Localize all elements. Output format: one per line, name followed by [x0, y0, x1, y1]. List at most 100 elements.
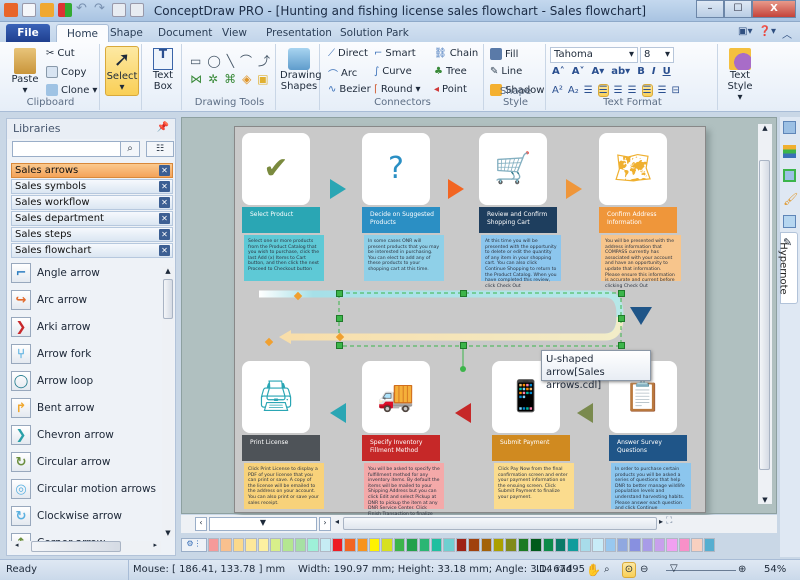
arc-tool-icon[interactable]: ⌒ — [240, 52, 252, 69]
color-swatch[interactable] — [678, 538, 691, 552]
layers-icon[interactable] — [783, 145, 796, 158]
text-style-button[interactable]: Text Style ▾ — [722, 48, 758, 103]
library-sales-steps[interactable]: Sales steps ✕ — [11, 227, 173, 242]
tab-solution-park[interactable]: Solution Park — [330, 24, 419, 42]
color-swatch[interactable] — [307, 538, 319, 552]
text-box-button[interactable]: T Text Box — [148, 48, 178, 92]
color-swatch[interactable] — [282, 538, 294, 552]
library-shape-item[interactable]: ◯ Arrow loop — [11, 369, 93, 393]
library-shape-item[interactable]: ❯ Arki arrow — [11, 315, 91, 339]
color-swatch[interactable] — [220, 538, 232, 552]
shape-edit-tool-icon[interactable]: ◈ — [242, 72, 251, 86]
color-swatch[interactable] — [232, 538, 245, 552]
scroll-down-icon[interactable]: ▼ — [758, 496, 772, 504]
library-shape-item[interactable]: ◎ Circular motion arrows — [11, 477, 156, 501]
library-view-button[interactable]: ☷ — [146, 141, 174, 157]
bold-button[interactable]: B — [637, 66, 645, 77]
layout-icon[interactable]: ▣▾ — [738, 26, 752, 41]
library-sales-symbols[interactable]: Sales symbols ✕ — [11, 179, 173, 194]
fill-button[interactable]: Fill — [490, 48, 518, 60]
connector-smart[interactable]: ⌐ Smart — [374, 48, 416, 59]
library-sales-flowchart[interactable]: Sales flowchart ✕ — [11, 243, 173, 258]
shrink-font-icon[interactable]: A˅ — [572, 66, 585, 77]
color-swatch[interactable] — [616, 538, 629, 552]
color-swatch[interactable] — [344, 538, 356, 552]
point-edit-tool-icon[interactable]: ▣ — [257, 72, 268, 86]
collapse-ribbon-icon[interactable]: ︿ — [782, 26, 792, 41]
color-swatch[interactable] — [492, 538, 505, 552]
font-family-select[interactable]: Tahoma ▾ — [550, 47, 638, 63]
grow-font-icon[interactable]: A˄ — [552, 66, 565, 77]
search-button[interactable]: ⌕ — [120, 141, 140, 157]
zoom-window-icon[interactable]: ⌕ — [604, 560, 610, 580]
color-swatch[interactable] — [369, 538, 381, 552]
scrollbar-thumb[interactable] — [163, 279, 173, 319]
color-swatch[interactable] — [443, 538, 455, 552]
color-swatch[interactable] — [691, 538, 703, 552]
connector-round[interactable]: ⌈ Round ▾ — [374, 84, 421, 95]
color-swatch[interactable] — [431, 538, 443, 552]
library-shape-item[interactable]: ↱ Bent arrow — [11, 396, 94, 420]
next-page-button[interactable]: › — [319, 517, 331, 531]
zoom-in-icon[interactable]: ⊕ — [738, 560, 746, 580]
ellipse-tool-icon[interactable]: ◯ — [207, 54, 220, 68]
minimize-button[interactable]: – — [696, 0, 724, 18]
color-swatch[interactable] — [654, 538, 666, 552]
color-swatch[interactable] — [245, 538, 257, 552]
hand-tool-icon[interactable]: ✋ — [586, 560, 601, 580]
align-left-icon[interactable]: ☰ — [584, 85, 593, 96]
close-button[interactable]: X — [752, 0, 796, 18]
close-library-icon[interactable]: ✕ — [159, 245, 170, 256]
canvas-hscroll-thumb[interactable] — [343, 517, 657, 530]
italic-button[interactable]: I — [652, 66, 656, 77]
rectangle-tool-icon[interactable]: ▭ — [190, 54, 201, 68]
color-swatch[interactable] — [480, 538, 492, 552]
u-shaped-arrow[interactable] — [235, 127, 707, 514]
connector-direct[interactable]: ⟋ Direct — [328, 48, 368, 59]
page-setup-icon[interactable] — [783, 215, 796, 228]
close-library-icon[interactable]: ✕ — [159, 181, 170, 192]
tab-hypernote[interactable]: ✎ Hypernote — [778, 232, 798, 304]
fit-page-icon[interactable]: ⛶ — [666, 516, 672, 526]
color-swatch[interactable] — [393, 538, 406, 552]
resize-handle[interactable] — [618, 342, 625, 349]
connector-point[interactable]: ◂ Point — [434, 84, 467, 95]
color-swatch[interactable] — [604, 538, 616, 552]
library-shape-item[interactable]: ↻ Clockwise arrow — [11, 504, 122, 528]
tab-shape[interactable]: Shape — [100, 24, 153, 42]
zoom-slider-thumb[interactable]: ▽ — [670, 559, 678, 579]
color-swatch[interactable] — [331, 538, 344, 552]
color-swatch[interactable] — [356, 538, 369, 552]
align-bottom-icon[interactable]: ☰ — [658, 85, 667, 96]
text-fit-icon[interactable]: ⊟ — [672, 85, 680, 96]
color-swatch[interactable] — [505, 538, 517, 552]
color-swatch[interactable] — [208, 538, 220, 552]
polyline-tool-icon[interactable]: ⋈ — [190, 72, 202, 86]
scroll-left-icon[interactable]: ◂ — [15, 541, 19, 549]
connector-bezier[interactable]: ∿ Bezier — [328, 84, 371, 95]
line-tool-icon[interactable]: ╲ — [227, 54, 234, 68]
library-sales-department[interactable]: Sales department ✕ — [11, 211, 173, 226]
close-library-icon[interactable]: ✕ — [159, 229, 170, 240]
pin-icon[interactable]: 📌 — [157, 122, 169, 133]
pages-icon[interactable] — [783, 121, 796, 134]
color-swatch[interactable] — [319, 538, 331, 552]
canvas-vscrollbar[interactable]: ▲ ▼ — [758, 124, 772, 504]
color-swatch[interactable] — [418, 538, 431, 552]
library-shape-item[interactable]: ⌐ Angle arrow — [11, 261, 100, 285]
scroll-right-icon[interactable]: ▸ — [153, 541, 157, 549]
color-swatch[interactable] — [629, 538, 641, 552]
connector-tree[interactable]: ♣ Tree — [434, 66, 467, 77]
resize-handle[interactable] — [336, 342, 343, 349]
line-button[interactable]: ✎ Line — [490, 66, 522, 77]
connector-arc[interactable]: ⌒ Arc — [328, 66, 357, 81]
bezier-tool-icon[interactable]: ⌘ — [224, 72, 236, 86]
format-brush-icon[interactable]: 🖌 — [783, 193, 798, 206]
clone-button[interactable]: Clone ▾ — [46, 84, 97, 96]
library-shape-item[interactable]: ↻ Circular arrow — [11, 450, 110, 474]
maximize-button[interactable]: ☐ — [724, 0, 752, 18]
tab-view[interactable]: View — [212, 24, 257, 42]
select-button[interactable]: ➚ Select ▾ — [105, 46, 139, 96]
copy-button[interactable]: Copy — [46, 66, 86, 78]
hscrollbar-thumb[interactable] — [31, 541, 121, 552]
